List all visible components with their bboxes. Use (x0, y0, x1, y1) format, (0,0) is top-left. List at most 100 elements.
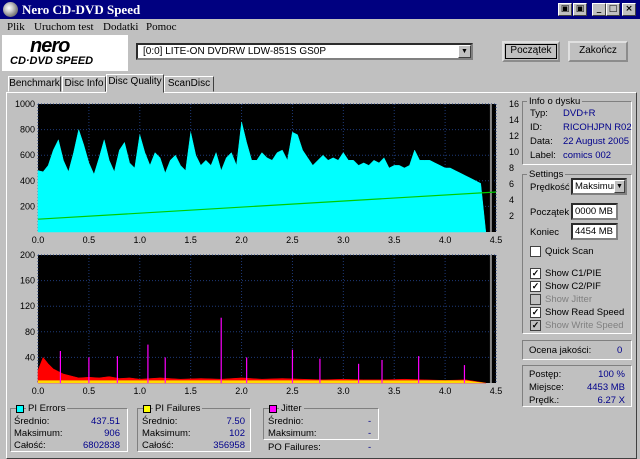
x-tick-label: 3.0 (337, 386, 350, 396)
pi-failures-title: PI Failures (153, 403, 203, 414)
chevron-down-icon[interactable]: ▼ (614, 180, 625, 193)
x-tick-label: 0.5 (83, 235, 96, 245)
show-jitter-checkbox (530, 294, 541, 305)
x-tick-label: 4.5 (490, 235, 503, 245)
disc-info-header: Info o dysku (527, 96, 583, 107)
pi-errors-total-label: Całość: (14, 440, 46, 451)
jitter-avg-label: Średnio: (268, 416, 304, 427)
show-jitter-label: Show Jitter (545, 294, 592, 305)
y2-tick-label: 4 (509, 195, 514, 205)
menu-dodatki[interactable]: Dodatki (103, 21, 138, 33)
maximize-button[interactable]: □ (606, 3, 620, 16)
pi-failures-avg: 7.50 (226, 416, 246, 427)
x-tick-label: 4.0 (439, 386, 452, 396)
pi-errors-max-label: Maksimum: (14, 428, 63, 439)
pi-failures-total: 356958 (213, 440, 245, 451)
show-c1-checkbox[interactable]: ✓ (530, 268, 541, 279)
y-tick-label: 200 (20, 250, 35, 260)
drive-select[interactable]: [0:0] LITE-ON DVDRW LDW-851S GS0P ▼ (136, 43, 473, 60)
pi-failures-max: 102 (229, 428, 245, 439)
location-value: 4453 MB (586, 382, 625, 393)
pi-failures-avg-label: Średnio: (142, 416, 178, 427)
jitter-avg: - (368, 416, 372, 427)
x-tick-label: 3.5 (388, 386, 401, 396)
menu-bar: Plik Uruchom test Dodatki Pomoc (0, 19, 640, 35)
y2-tick-label: 8 (509, 163, 514, 173)
y-tick-label: 800 (20, 125, 35, 135)
po-failures-label: PO Failures: (268, 442, 321, 453)
y2-tick-label: 14 (509, 115, 519, 125)
x-tick-label: 1.5 (184, 235, 197, 245)
quick-scan-checkbox[interactable] (530, 246, 541, 257)
minimize-button[interactable]: _ (592, 3, 606, 16)
menu-uruchom-test[interactable]: Uruchom test (34, 21, 94, 33)
jitter-max: - (368, 428, 372, 439)
chevron-down-icon[interactable]: ▼ (458, 45, 471, 58)
show-read-label: Show Read Speed (545, 307, 625, 318)
drive-select-value: [0:0] LITE-ON DVDRW LDW-851S GS0P (143, 46, 327, 57)
read-speed-label: Prędk.: (529, 395, 560, 406)
tab-disc-quality[interactable]: Disc Quality (106, 74, 164, 93)
y2-tick-label: 12 (509, 131, 519, 141)
y2-tick-label: 10 (509, 147, 519, 157)
tab-benchmark[interactable]: Benchmark (8, 76, 61, 92)
y-tick-label: 1000 (15, 99, 35, 109)
nero-logo: nero CD·DVD SPEED (2, 35, 128, 71)
y-tick-label: 40 (25, 352, 35, 362)
y2-tick-label: 6 (509, 179, 514, 189)
x-tick-label: 1.0 (134, 386, 147, 396)
settings-header: Settings (527, 169, 566, 180)
x-tick-label: 0.0 (32, 386, 45, 396)
tab-disc-info[interactable]: Disc Info (62, 76, 106, 92)
x-tick-label: 0.5 (83, 386, 96, 396)
disc-label-value: comics 002 (563, 150, 612, 161)
end-mb-input[interactable]: 4454 MB (571, 223, 618, 240)
pi-errors-chart: 0.0 0.5 1.0 1.5 2.0 2.5 3.0 3.5 4.0 4.5 1000 800 600… (15, 99, 519, 245)
disc-type-value: DVD+R (563, 108, 596, 119)
start-button[interactable]: Początek (502, 41, 560, 62)
x-tick-label: 3.0 (337, 235, 350, 245)
x-tick-label: 2.5 (286, 386, 299, 396)
x-tick-label: 3.5 (388, 235, 401, 245)
disc-type-label: Typ: (530, 108, 548, 119)
y-tick-label: 160 (20, 276, 35, 286)
disc-label-label: Label: (530, 150, 556, 161)
show-write-checkbox: ✓ (530, 320, 541, 331)
y2-tick-label: 2 (509, 211, 514, 221)
pi-errors-max: 906 (104, 428, 120, 439)
restore-small-icon[interactable]: ▣ (558, 3, 572, 16)
menu-plik[interactable]: Plik (7, 21, 25, 33)
finish-button[interactable]: Zakończ (568, 41, 628, 62)
end-mb-label: Koniec (530, 227, 560, 238)
show-write-label: Show Write Speed (545, 320, 624, 331)
pi-errors-avg: 437.51 (90, 416, 120, 427)
quality-label: Ocena jakości: (529, 345, 592, 356)
tile-icon[interactable]: ▣ (573, 3, 587, 16)
app-icon (3, 2, 18, 17)
pi-errors-swatch (16, 405, 24, 413)
x-tick-label: 1.0 (134, 235, 147, 245)
disc-date-value: 22 August 2005 (563, 136, 630, 147)
pi-failures-max-label: Maksimum: (142, 428, 191, 439)
pi-errors-title: PI Errors (26, 403, 68, 414)
speed-select[interactable]: Maksimum ▼ (571, 178, 627, 195)
x-tick-label: 2.0 (235, 235, 248, 245)
menu-pomoc[interactable]: Pomoc (146, 21, 177, 33)
y2-tick-label: 16 (509, 99, 519, 109)
quick-scan-label: Quick Scan (545, 246, 594, 257)
disc-date-label: Data: (530, 136, 553, 147)
pi-failures-chart: 0.0 0.5 1.0 1.5 2.0 2.5 3.0 3.5 4.0 4.5 200 160 120 8… (20, 250, 502, 396)
start-mb-label: Początek (530, 207, 570, 218)
x-tick-label: 1.5 (184, 386, 197, 396)
y-tick-label: 80 (25, 327, 35, 337)
tab-scandisc[interactable]: ScanDisc (164, 76, 214, 92)
close-button[interactable]: × (622, 3, 636, 16)
show-read-checkbox[interactable]: ✓ (530, 307, 541, 318)
start-mb-input[interactable]: 0000 MB (571, 203, 618, 220)
title-bar[interactable]: Nero CD-DVD Speed ▣ ▣ _ □ × (0, 0, 640, 19)
show-c2-checkbox[interactable]: ✓ (530, 281, 541, 292)
progress-label: Postęp: (529, 369, 562, 380)
disc-id-value: RICOHJPN R02 (563, 122, 632, 133)
show-c2-label: Show C2/PIF (545, 281, 601, 292)
quality-value: 0 (617, 345, 623, 356)
